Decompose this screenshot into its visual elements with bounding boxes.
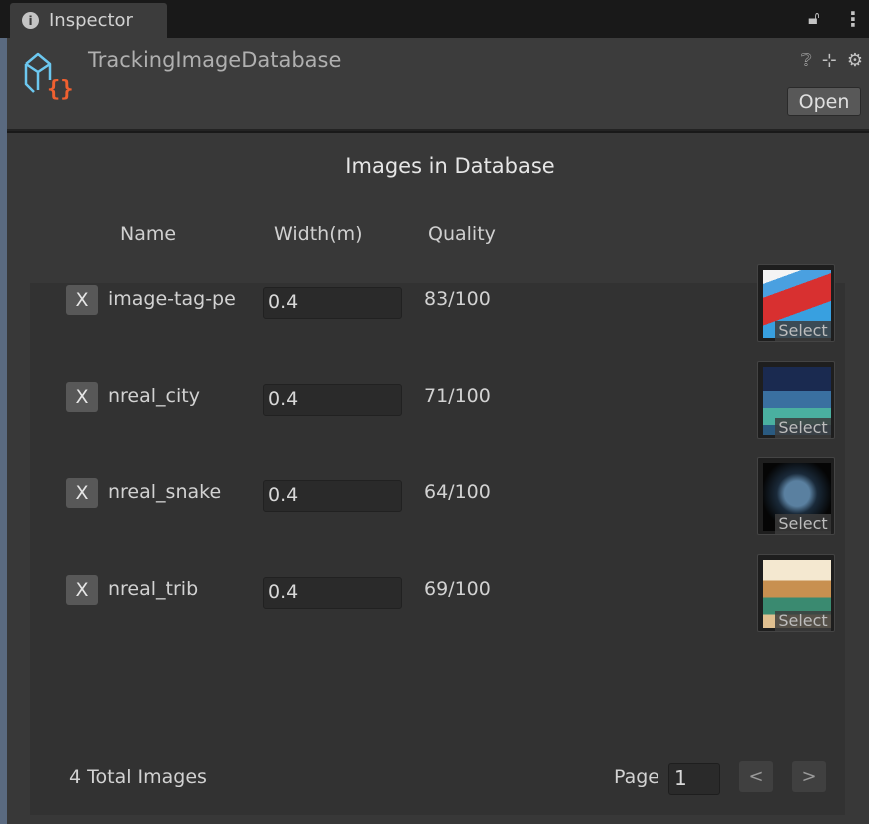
image-name: nreal_trib bbox=[108, 577, 199, 600]
width-input[interactable]: 0.4 bbox=[263, 480, 402, 512]
column-header-name: Name bbox=[120, 223, 177, 245]
help-icon[interactable]: ❔︎ bbox=[801, 50, 812, 71]
column-header-width: Width(m) bbox=[274, 223, 363, 245]
prev-page-button[interactable]: < bbox=[739, 761, 773, 792]
next-page-button[interactable]: > bbox=[792, 761, 826, 792]
image-thumbnail[interactable]: Select bbox=[757, 264, 835, 342]
image-thumbnail[interactable]: Select bbox=[757, 553, 835, 632]
total-images: 4 Total Images bbox=[69, 766, 207, 788]
width-input[interactable]: 0.4 bbox=[263, 383, 402, 416]
script-object-icon: {} bbox=[24, 52, 74, 102]
tab-inspector[interactable]: i Inspector bbox=[10, 3, 167, 38]
quality-value: 69/100 bbox=[424, 577, 491, 600]
quality-value: 71/100 bbox=[424, 384, 491, 407]
select-button[interactable]: Select bbox=[775, 514, 831, 534]
lock-icon[interactable]: 🔓︎ bbox=[808, 8, 820, 29]
image-thumbnail[interactable]: Select bbox=[757, 360, 835, 439]
gear-icon[interactable]: ⚙︎ bbox=[847, 50, 863, 71]
image-name: nreal_snake bbox=[108, 481, 222, 503]
column-header-quality: Quality bbox=[428, 223, 496, 245]
more-icon[interactable]: ⋮ bbox=[843, 7, 863, 31]
settings-sliders-icon[interactable]: ⊹ bbox=[822, 50, 837, 71]
remove-image-button[interactable]: X bbox=[66, 381, 98, 412]
tab-label: Inspector bbox=[49, 10, 133, 31]
info-icon: i bbox=[22, 12, 39, 29]
asset-title: TrackingImageDatabase bbox=[88, 48, 342, 72]
image-name: image-tag-pe bbox=[108, 288, 236, 310]
open-button[interactable]: Open bbox=[787, 87, 861, 116]
image-list bbox=[30, 283, 845, 815]
quality-value: 83/100 bbox=[424, 288, 491, 310]
select-button[interactable]: Select bbox=[775, 417, 831, 438]
section-title: Images in Database bbox=[345, 154, 555, 178]
remove-image-button[interactable]: X bbox=[66, 574, 98, 605]
remove-image-button[interactable]: X bbox=[66, 478, 98, 508]
page-label: Page bbox=[614, 766, 658, 788]
width-input[interactable]: 0.4 bbox=[263, 287, 402, 319]
quality-value: 64/100 bbox=[424, 481, 491, 503]
page-input[interactable]: 1 bbox=[668, 763, 720, 795]
image-name: nreal_city bbox=[108, 384, 200, 407]
select-button[interactable]: Select bbox=[775, 610, 831, 631]
image-thumbnail[interactable]: Select bbox=[757, 457, 835, 535]
remove-image-button[interactable]: X bbox=[66, 285, 98, 315]
select-button[interactable]: Select bbox=[775, 321, 831, 341]
width-input[interactable]: 0.4 bbox=[263, 576, 402, 609]
svg-text:{}: {} bbox=[47, 77, 74, 102]
